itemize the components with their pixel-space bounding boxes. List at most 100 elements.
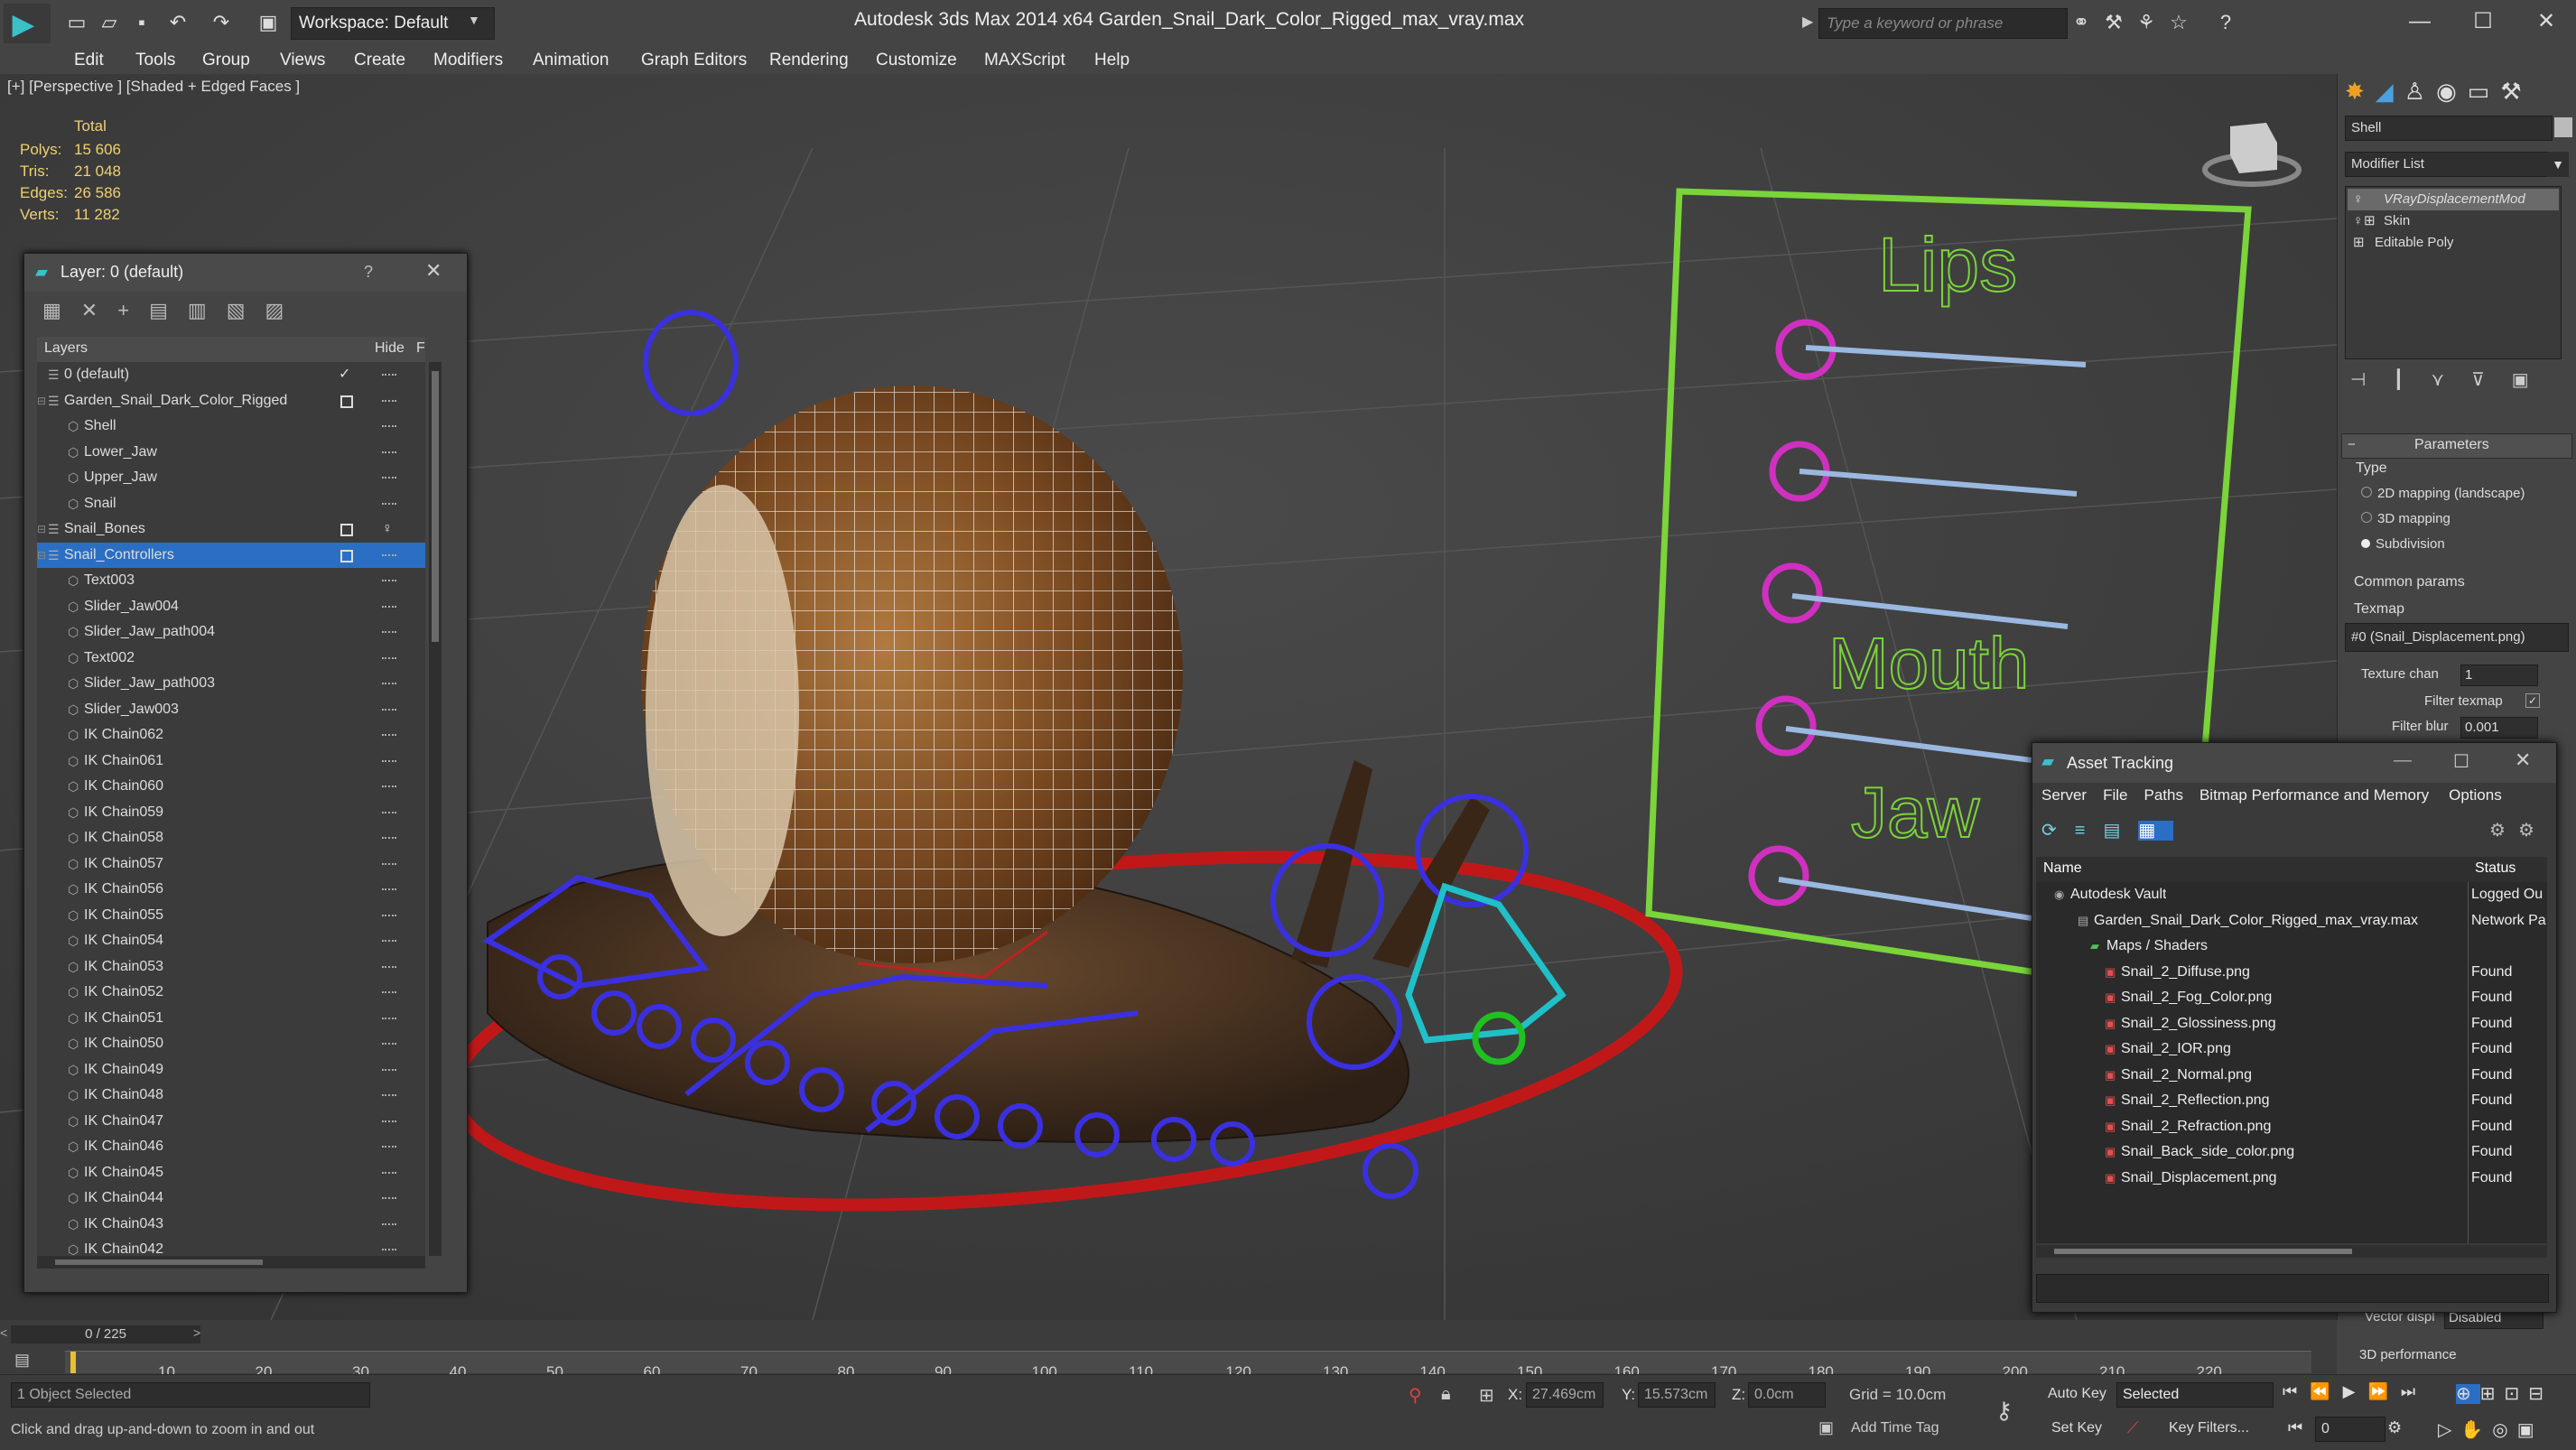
hide-toggle[interactable] bbox=[382, 451, 396, 455]
key-mode-dropdown[interactable]: Selected bbox=[2116, 1382, 2274, 1408]
layer-list-scrollbar[interactable] bbox=[429, 362, 442, 1256]
viewport-label[interactable]: [+] [Perspective ] [Shaded + Edged Faces… bbox=[7, 78, 300, 96]
layer-row[interactable]: ⬡ Slider_Jaw003 bbox=[37, 697, 425, 722]
redo-icon[interactable]: ↷ bbox=[206, 9, 237, 36]
remove-modifier-icon[interactable]: ⊽ bbox=[2471, 370, 2512, 390]
hide-toggle[interactable] bbox=[382, 759, 396, 764]
timeline-ruler[interactable] bbox=[65, 1351, 2311, 1373]
menu-edit[interactable]: Edit bbox=[74, 47, 104, 74]
time-configuration-icon[interactable]: ⚙ bbox=[2387, 1418, 2402, 1437]
stack-item-vray-displacement[interactable]: ♀ VRayDisplacementMod bbox=[2348, 189, 2559, 210]
asset-menu-server[interactable]: Server bbox=[2041, 786, 2087, 804]
hide-toggle[interactable] bbox=[382, 1171, 396, 1176]
layer-row[interactable]: ⬡ IK Chain051 bbox=[37, 1006, 425, 1031]
expand-icon[interactable]: ⊟ bbox=[37, 516, 46, 542]
layer-row[interactable]: ⬡ Shell bbox=[37, 414, 425, 439]
menu-maxscript[interactable]: MAXScript bbox=[984, 47, 1065, 74]
hide-toggle[interactable] bbox=[382, 580, 396, 583]
asset-row[interactable]: ▣ Snail_2_IOR.png Found bbox=[2036, 1036, 2547, 1062]
hide-toggle[interactable] bbox=[382, 656, 396, 661]
asset-path-field[interactable] bbox=[2036, 1274, 2549, 1303]
menu-rendering[interactable]: Rendering bbox=[769, 47, 849, 74]
favorites-star-icon[interactable]: ☆ bbox=[2163, 9, 2194, 36]
expand-icon[interactable]: ⊞ bbox=[2353, 232, 2365, 254]
set-key-mode-icon[interactable]: ⚷ bbox=[1995, 1397, 2013, 1425]
hide-toggle[interactable] bbox=[382, 991, 396, 995]
radio-2d-mapping[interactable]: 2D mapping (landscape) bbox=[2361, 486, 2525, 501]
undo-icon[interactable]: ↶ bbox=[163, 9, 193, 36]
configure-sets-icon[interactable]: ▣ bbox=[2512, 370, 2556, 390]
y-coordinate-field[interactable]: 15.573cm bbox=[1638, 1382, 1716, 1408]
binoculars-icon[interactable]: ⚭ bbox=[2066, 9, 2097, 36]
layer-row[interactable]: ⬡ IK Chain043 bbox=[37, 1212, 425, 1237]
vault-icon[interactable]: ⚙ bbox=[2489, 821, 2518, 841]
hide-toggle[interactable] bbox=[382, 374, 396, 377]
layer-row[interactable]: ⬡ Slider_Jaw004 bbox=[37, 594, 425, 619]
asset-menu-options[interactable]: Options bbox=[2449, 786, 2502, 804]
layer-row[interactable]: ⬡ Slider_Jaw_path003 bbox=[37, 671, 425, 696]
list-view-icon[interactable]: ≡ bbox=[2075, 821, 2104, 841]
open-file-icon[interactable]: ▱ bbox=[94, 9, 125, 36]
maximize-icon[interactable]: ☐ bbox=[2456, 4, 2510, 40]
close-icon[interactable]: ✕ bbox=[2515, 748, 2531, 772]
layer-row[interactable]: ⬡ Lower_Jaw bbox=[37, 440, 425, 465]
layer-row[interactable]: ☰ ⊟ Garden_Snail_Dark_Color_Rigged bbox=[37, 388, 425, 414]
hide-toggle[interactable] bbox=[382, 708, 396, 712]
stack-item-editable-poly[interactable]: ⊞ Editable Poly bbox=[2348, 232, 2559, 254]
hide-toggle[interactable] bbox=[382, 862, 396, 867]
hide-toggle[interactable] bbox=[382, 1094, 396, 1098]
layer-row[interactable]: ⬡ IK Chain045 bbox=[37, 1160, 425, 1185]
utilities-tab-icon[interactable]: ⚒ bbox=[2500, 78, 2532, 105]
hide-toggle[interactable] bbox=[382, 605, 396, 609]
play-icon[interactable]: ▶ bbox=[2343, 1382, 2368, 1400]
create-layer-icon[interactable]: ▦ bbox=[42, 299, 81, 321]
x-coordinate-field[interactable]: 27.469cm bbox=[1526, 1382, 1604, 1408]
time-slider-next-icon[interactable]: > bbox=[193, 1325, 200, 1340]
help-icon[interactable]: ? bbox=[364, 263, 373, 282]
layer-row[interactable]: ⬡ IK Chain049 bbox=[37, 1057, 425, 1083]
layer-row[interactable]: ⬡ IK Chain056 bbox=[37, 877, 425, 902]
help-icon[interactable]: ? bbox=[2210, 9, 2241, 36]
close-icon[interactable]: ✕ bbox=[2519, 4, 2573, 40]
texture-chan-spinner[interactable]: 1 bbox=[2460, 665, 2538, 686]
layer-row[interactable]: ⬡ IK Chain046 bbox=[37, 1134, 425, 1159]
menu-views[interactable]: Views bbox=[280, 47, 325, 74]
make-current-layer-icon[interactable] bbox=[340, 395, 353, 408]
motion-tab-icon[interactable]: ◉ bbox=[2436, 78, 2468, 105]
key-icon[interactable]: ⟋ bbox=[2127, 1418, 2139, 1437]
hide-toggle[interactable] bbox=[382, 1068, 396, 1073]
asset-menu-file[interactable]: File bbox=[2103, 786, 2127, 804]
parameters-rollout[interactable]: − Parameters bbox=[2341, 433, 2572, 459]
show-end-result-icon[interactable]: ┃ bbox=[2393, 370, 2431, 390]
key-mode-toggle-icon[interactable]: ⏮ bbox=[2288, 1418, 2302, 1437]
layer-row[interactable]: ⬡ IK Chain059 bbox=[37, 800, 425, 825]
layer-row[interactable]: ⬡ IK Chain048 bbox=[37, 1083, 425, 1108]
hide-toggle[interactable] bbox=[382, 940, 396, 943]
layer-row[interactable]: ⬡ Text003 bbox=[37, 568, 425, 593]
layer-row[interactable]: ⬡ IK Chain055 bbox=[37, 903, 425, 928]
zoom-extents-icon[interactable]: ⊡ bbox=[2505, 1384, 2529, 1404]
layer-row[interactable]: ⬡ Snail bbox=[37, 491, 425, 516]
filter-texmap-checkbox[interactable]: ✓ bbox=[2525, 693, 2540, 708]
menu-help[interactable]: Help bbox=[1094, 47, 1130, 74]
save-icon[interactable]: ▪ bbox=[126, 9, 157, 36]
layer-row[interactable]: ⬡ IK Chain060 bbox=[37, 774, 425, 799]
asset-row[interactable]: ◉ Autodesk Vault Logged Ou bbox=[2036, 882, 2547, 907]
help-icon[interactable]: ⚙ bbox=[2518, 821, 2547, 841]
set-key-button[interactable]: Set Key bbox=[2051, 1420, 2102, 1436]
lightbulb-icon[interactable]: ♀ bbox=[382, 516, 393, 542]
hide-toggle[interactable] bbox=[382, 734, 396, 738]
isolate-selection-icon[interactable]: ⚲ bbox=[1409, 1384, 1422, 1407]
make-current-layer-icon[interactable] bbox=[340, 549, 353, 562]
layer-row[interactable]: ⬡ IK Chain057 bbox=[37, 851, 425, 877]
filter-blur-spinner[interactable]: 0.001 bbox=[2460, 717, 2538, 739]
layer-row[interactable]: ⬡ IK Chain053 bbox=[37, 954, 425, 980]
make-unique-icon[interactable]: ⋎ bbox=[2431, 370, 2471, 390]
maximize-viewport-icon[interactable]: ▣ bbox=[2517, 1420, 2543, 1440]
close-icon[interactable]: ✕ bbox=[425, 259, 442, 283]
layer-list[interactable]: ☰ 0 (default) ✓ ☰ ⊟ Garden_Snail_Dark_Color_R… bbox=[37, 362, 425, 1256]
radio-3d-mapping[interactable]: 3D mapping bbox=[2361, 511, 2450, 526]
auto-key-button[interactable]: Auto Key bbox=[2048, 1386, 2106, 1402]
layer-row[interactable]: ⬡ IK Chain042 bbox=[37, 1237, 425, 1256]
maximize-icon[interactable]: ☐ bbox=[2453, 750, 2469, 773]
